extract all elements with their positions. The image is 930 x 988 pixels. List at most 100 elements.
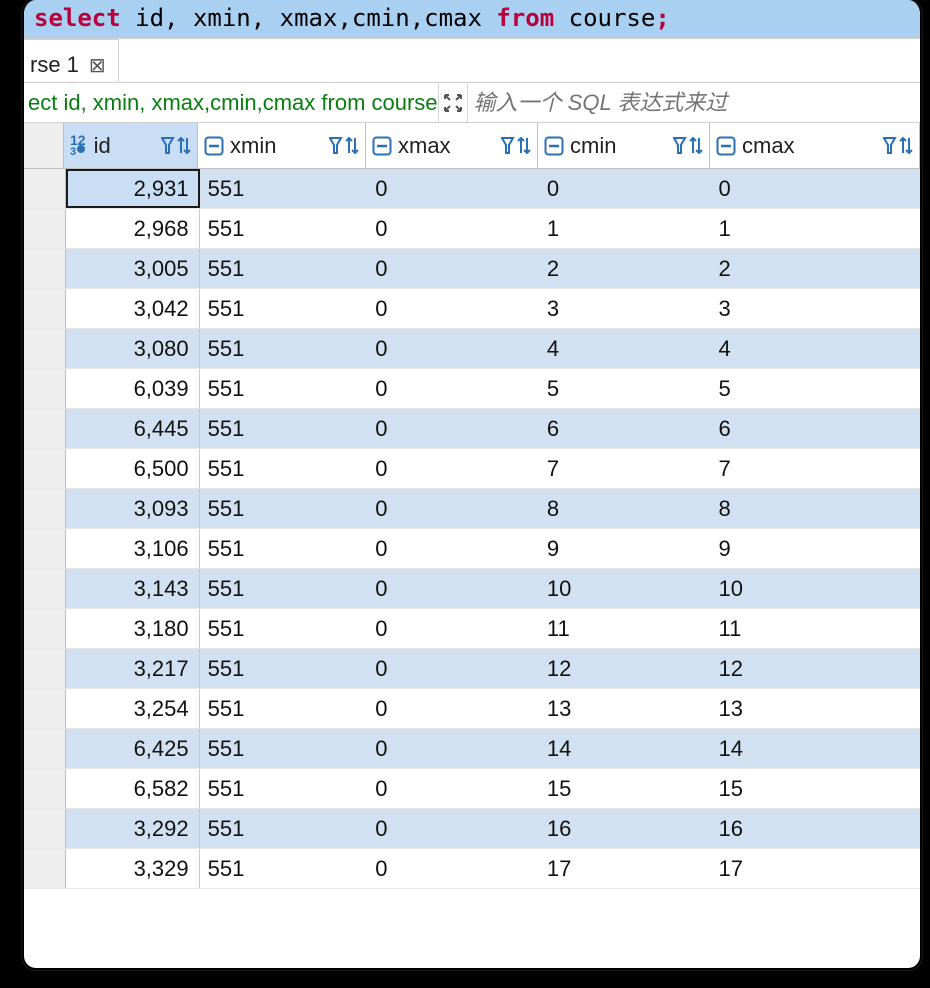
cell-xmax[interactable]: 0 <box>367 449 539 488</box>
column-header-xmax[interactable]: xmax <box>366 123 538 168</box>
table-row[interactable]: 3,18055101111 <box>24 609 920 649</box>
cell-cmax[interactable]: 7 <box>711 449 921 488</box>
row-number-gutter[interactable] <box>24 209 66 248</box>
table-row[interactable]: 2,931551000 <box>24 169 920 209</box>
cell-cmax[interactable]: 10 <box>711 569 921 608</box>
cell-id[interactable]: 3,292 <box>66 809 200 848</box>
table-row[interactable]: 6,500551077 <box>24 449 920 489</box>
cell-xmax[interactable]: 0 <box>367 169 539 208</box>
cell-xmax[interactable]: 0 <box>367 329 539 368</box>
table-row[interactable]: 3,25455101313 <box>24 689 920 729</box>
cell-xmax[interactable]: 0 <box>367 809 539 848</box>
cell-xmin[interactable]: 551 <box>200 609 368 648</box>
close-icon[interactable]: ⊠ <box>89 53 106 78</box>
row-number-gutter[interactable] <box>24 449 66 488</box>
row-number-header[interactable] <box>24 123 64 168</box>
cell-cmin[interactable]: 9 <box>539 529 711 568</box>
cell-id[interactable]: 3,042 <box>66 289 200 328</box>
cell-id[interactable]: 3,180 <box>66 609 200 648</box>
table-row[interactable]: 3,29255101616 <box>24 809 920 849</box>
table-row[interactable]: 6,42555101414 <box>24 729 920 769</box>
cell-id[interactable]: 6,500 <box>66 449 200 488</box>
table-row[interactable]: 6,445551066 <box>24 409 920 449</box>
cell-cmax[interactable]: 1 <box>711 209 921 248</box>
row-number-gutter[interactable] <box>24 649 66 688</box>
cell-cmin[interactable]: 8 <box>539 489 711 528</box>
cell-id[interactable]: 6,039 <box>66 369 200 408</box>
cell-xmin[interactable]: 551 <box>200 209 368 248</box>
cell-xmin[interactable]: 551 <box>200 729 368 768</box>
sql-filter-input[interactable] <box>468 89 920 117</box>
row-number-gutter[interactable] <box>24 849 66 888</box>
table-row[interactable]: 3,042551033 <box>24 289 920 329</box>
cell-cmax[interactable]: 11 <box>711 609 921 648</box>
cell-cmin[interactable]: 16 <box>539 809 711 848</box>
cell-cmax[interactable]: 3 <box>711 289 921 328</box>
cell-xmax[interactable]: 0 <box>367 529 539 568</box>
cell-xmax[interactable]: 0 <box>367 649 539 688</box>
cell-cmax[interactable]: 12 <box>711 649 921 688</box>
cell-id[interactable]: 2,931 <box>66 169 200 208</box>
cell-cmin[interactable]: 11 <box>539 609 711 648</box>
row-number-gutter[interactable] <box>24 809 66 848</box>
cell-cmin[interactable]: 10 <box>539 569 711 608</box>
cell-cmin[interactable]: 2 <box>539 249 711 288</box>
cell-xmax[interactable]: 0 <box>367 369 539 408</box>
cell-cmax[interactable]: 4 <box>711 329 921 368</box>
cell-xmax[interactable]: 0 <box>367 849 539 888</box>
breadcrumb-sql[interactable]: ect id, xmin, xmax,cmin,cmax from course <box>24 90 438 116</box>
table-row[interactable]: 2,968551011 <box>24 209 920 249</box>
cell-cmax[interactable]: 5 <box>711 369 921 408</box>
column-header-xmin[interactable]: xmin <box>198 123 366 168</box>
cell-id[interactable]: 3,254 <box>66 689 200 728</box>
cell-cmin[interactable]: 1 <box>539 209 711 248</box>
cell-id[interactable]: 3,106 <box>66 529 200 568</box>
row-number-gutter[interactable] <box>24 489 66 528</box>
cell-xmax[interactable]: 0 <box>367 689 539 728</box>
filter-sort-icon[interactable] <box>501 135 531 157</box>
table-row[interactable]: 3,21755101212 <box>24 649 920 689</box>
filter-sort-icon[interactable] <box>161 135 191 157</box>
cell-xmax[interactable]: 0 <box>367 489 539 528</box>
cell-id[interactable]: 3,080 <box>66 329 200 368</box>
column-header-id[interactable]: 123id <box>64 123 198 168</box>
cell-xmin[interactable]: 551 <box>200 689 368 728</box>
row-number-gutter[interactable] <box>24 609 66 648</box>
table-row[interactable]: 3,106551099 <box>24 529 920 569</box>
row-number-gutter[interactable] <box>24 409 66 448</box>
cell-xmin[interactable]: 551 <box>200 409 368 448</box>
column-header-cmax[interactable]: cmax <box>710 123 920 168</box>
cell-cmax[interactable]: 16 <box>711 809 921 848</box>
cell-xmax[interactable]: 0 <box>367 569 539 608</box>
cell-xmin[interactable]: 551 <box>200 169 368 208</box>
cell-id[interactable]: 3,093 <box>66 489 200 528</box>
cell-id[interactable]: 3,217 <box>66 649 200 688</box>
expand-icon[interactable] <box>438 83 468 122</box>
cell-xmin[interactable]: 551 <box>200 809 368 848</box>
cell-cmax[interactable]: 14 <box>711 729 921 768</box>
cell-cmax[interactable]: 8 <box>711 489 921 528</box>
table-row[interactable]: 6,039551055 <box>24 369 920 409</box>
cell-cmin[interactable]: 6 <box>539 409 711 448</box>
table-row[interactable]: 3,080551044 <box>24 329 920 369</box>
filter-sort-icon[interactable] <box>673 135 703 157</box>
cell-xmin[interactable]: 551 <box>200 489 368 528</box>
column-header-cmin[interactable]: cmin <box>538 123 710 168</box>
result-tab[interactable]: rse 1 ⊠ <box>24 39 119 82</box>
table-row[interactable]: 3,093551088 <box>24 489 920 529</box>
cell-cmin[interactable]: 12 <box>539 649 711 688</box>
cell-cmin[interactable]: 13 <box>539 689 711 728</box>
table-row[interactable]: 3,32955101717 <box>24 849 920 889</box>
cell-xmax[interactable]: 0 <box>367 289 539 328</box>
cell-xmin[interactable]: 551 <box>200 529 368 568</box>
cell-cmax[interactable]: 2 <box>711 249 921 288</box>
cell-xmax[interactable]: 0 <box>367 609 539 648</box>
cell-xmax[interactable]: 0 <box>367 249 539 288</box>
row-number-gutter[interactable] <box>24 729 66 768</box>
cell-xmin[interactable]: 551 <box>200 649 368 688</box>
cell-xmax[interactable]: 0 <box>367 209 539 248</box>
table-row[interactable]: 3,14355101010 <box>24 569 920 609</box>
row-number-gutter[interactable] <box>24 769 66 808</box>
cell-cmin[interactable]: 0 <box>539 169 711 208</box>
filter-sort-icon[interactable] <box>329 135 359 157</box>
